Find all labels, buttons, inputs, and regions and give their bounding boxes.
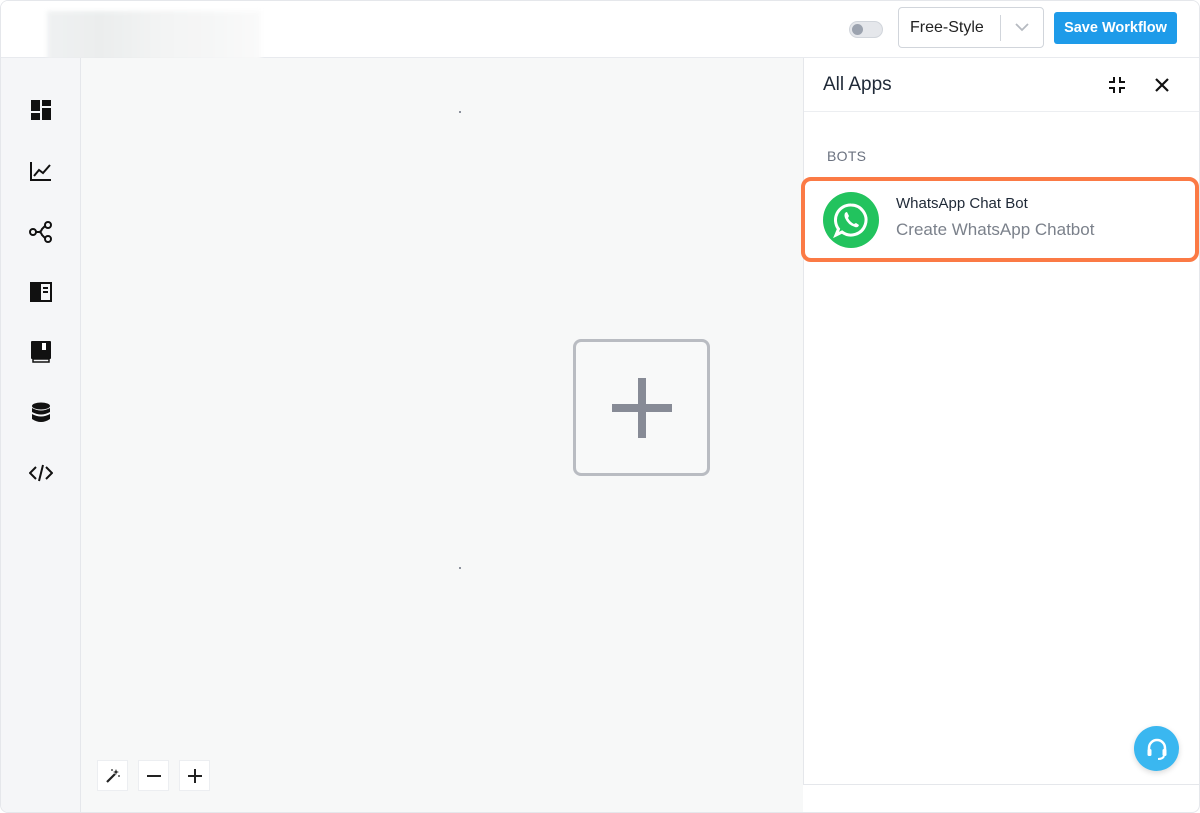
analytics-chart-icon[interactable] xyxy=(28,158,54,184)
plus-icon xyxy=(611,377,672,438)
magic-wand-icon xyxy=(105,768,120,783)
collapse-icon[interactable] xyxy=(1106,74,1128,96)
app-window: Free-Style Save Workflow All Apps BOTS W… xyxy=(0,0,1200,813)
dashboard-icon[interactable] xyxy=(28,97,54,123)
zoom-controls xyxy=(97,760,210,791)
mode-toggle[interactable] xyxy=(849,21,883,38)
whatsapp-icon xyxy=(823,192,879,248)
app-description: Create WhatsApp Chatbot xyxy=(896,220,1095,239)
save-workflow-button[interactable]: Save Workflow xyxy=(1054,12,1177,44)
toggle-knob xyxy=(852,24,863,35)
zoom-out-button[interactable] xyxy=(138,760,169,791)
book-icon[interactable] xyxy=(28,339,54,365)
help-support-button[interactable] xyxy=(1134,726,1179,771)
section-label-bots: BOTS xyxy=(827,148,867,164)
add-node-button[interactable] xyxy=(573,339,710,476)
workflow-mode-select[interactable]: Free-Style xyxy=(898,7,1044,48)
app-card-whatsapp-chat-bot[interactable]: WhatsApp Chat Bot Create WhatsApp Chatbo… xyxy=(801,177,1199,262)
all-apps-panel: All Apps BOTS WhatsApp Chat Bot Create W… xyxy=(801,58,1199,785)
app-name: WhatsApp Chat Bot xyxy=(896,195,1028,212)
left-sidebar xyxy=(1,58,81,812)
code-icon[interactable] xyxy=(28,460,54,486)
workflow-share-icon[interactable] xyxy=(28,219,54,245)
chevron-down-icon[interactable] xyxy=(1001,23,1043,32)
workflow-canvas[interactable] xyxy=(81,58,803,812)
canvas-dot xyxy=(459,567,461,569)
database-icon[interactable] xyxy=(28,400,54,426)
workflow-mode-value: Free-Style xyxy=(910,18,984,36)
headset-icon xyxy=(1147,738,1166,760)
close-icon[interactable] xyxy=(1151,74,1173,96)
panel-title: All Apps xyxy=(823,74,892,95)
panel-header: All Apps xyxy=(804,58,1199,112)
layout-panel-icon[interactable] xyxy=(28,279,54,305)
plus-icon xyxy=(187,768,202,783)
top-header: Free-Style Save Workflow xyxy=(1,1,1199,71)
canvas-dot xyxy=(459,111,461,113)
zoom-in-button[interactable] xyxy=(179,760,210,791)
magic-wand-button[interactable] xyxy=(97,760,128,791)
minus-icon xyxy=(146,774,161,777)
